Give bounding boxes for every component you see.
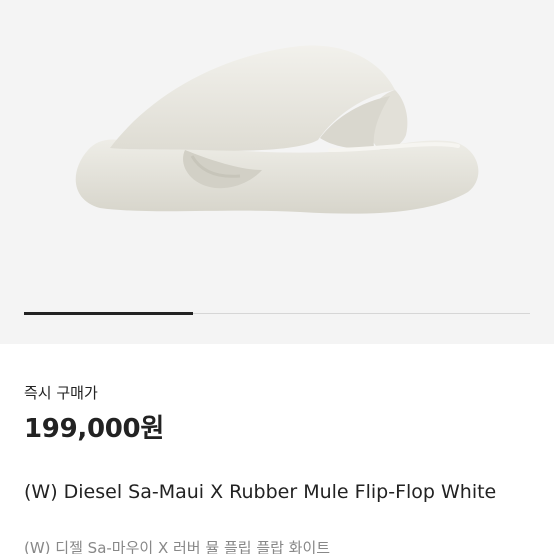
carousel-progress-indicator bbox=[24, 312, 193, 315]
price: 199,000원 bbox=[24, 414, 164, 444]
product-image-area[interactable] bbox=[0, 0, 554, 344]
sandal-image bbox=[75, 45, 479, 214]
product-subtitle: (W) 디젤 Sa-마우이 X 러버 뮬 플립 플랍 화이트 bbox=[24, 539, 331, 554]
instant-buy-price-label: 즉시 구매가 bbox=[24, 384, 98, 402]
product-detail-page: 즉시 구매가 199,000원 (W) Diesel Sa-Maui X Rub… bbox=[0, 0, 554, 554]
product-title: (W) Diesel Sa-Maui X Rubber Mule Flip-Fl… bbox=[24, 481, 497, 503]
